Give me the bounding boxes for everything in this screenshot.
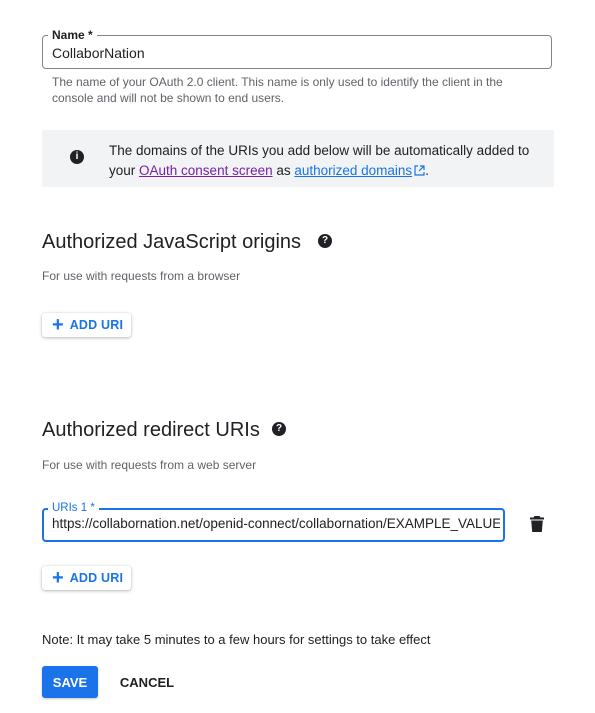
- redirect-uris-subtitle: For use with requests from a web server: [42, 458, 257, 472]
- redirect-uri-label: URIs 1 *: [48, 501, 99, 515]
- name-helper-text: The name of your OAuth 2.0 client. This …: [52, 75, 503, 105]
- authorized-domains-link[interactable]: authorized domains: [294, 163, 425, 178]
- add-redirect-uri-button[interactable]: + ADD URI: [42, 566, 132, 590]
- delete-icon[interactable]: [530, 516, 544, 532]
- external-link-icon: [414, 165, 425, 176]
- info-callout-text: The domains of the URIs you add below wi…: [109, 141, 539, 181]
- js-origins-title: Authorized JavaScript origins: [42, 231, 302, 253]
- redirect-uris-title: Authorized redirect URIs: [42, 419, 260, 441]
- name-label: Name *: [48, 28, 97, 42]
- add-uri-label: ADD URI: [69, 571, 124, 585]
- cancel-button[interactable]: CANCEL: [110, 666, 184, 698]
- oauth-consent-screen-link[interactable]: OAuth consent screen: [139, 163, 273, 178]
- help-icon[interactable]: ?: [318, 234, 332, 248]
- help-icon[interactable]: ?: [272, 422, 286, 436]
- add-uri-label: ADD URI: [69, 318, 124, 332]
- settings-note: Note: It may take 5 minutes to a few hou…: [42, 632, 431, 647]
- plus-icon: +: [52, 567, 64, 589]
- plus-icon: +: [52, 314, 64, 336]
- redirect-uri-value[interactable]: https://collabornation.net/openid-connec…: [52, 516, 500, 532]
- add-js-origin-button[interactable]: + ADD URI: [42, 313, 132, 337]
- callout-text-after: .: [425, 163, 429, 178]
- callout-text-middle: as: [272, 163, 295, 178]
- save-button[interactable]: SAVE: [42, 666, 98, 698]
- authorized-domains-link-label: authorized domains: [294, 163, 413, 178]
- info-icon: i: [70, 150, 84, 164]
- js-origins-subtitle: For use with requests from a browser: [42, 269, 241, 283]
- name-value[interactable]: CollaborNation: [52, 45, 145, 61]
